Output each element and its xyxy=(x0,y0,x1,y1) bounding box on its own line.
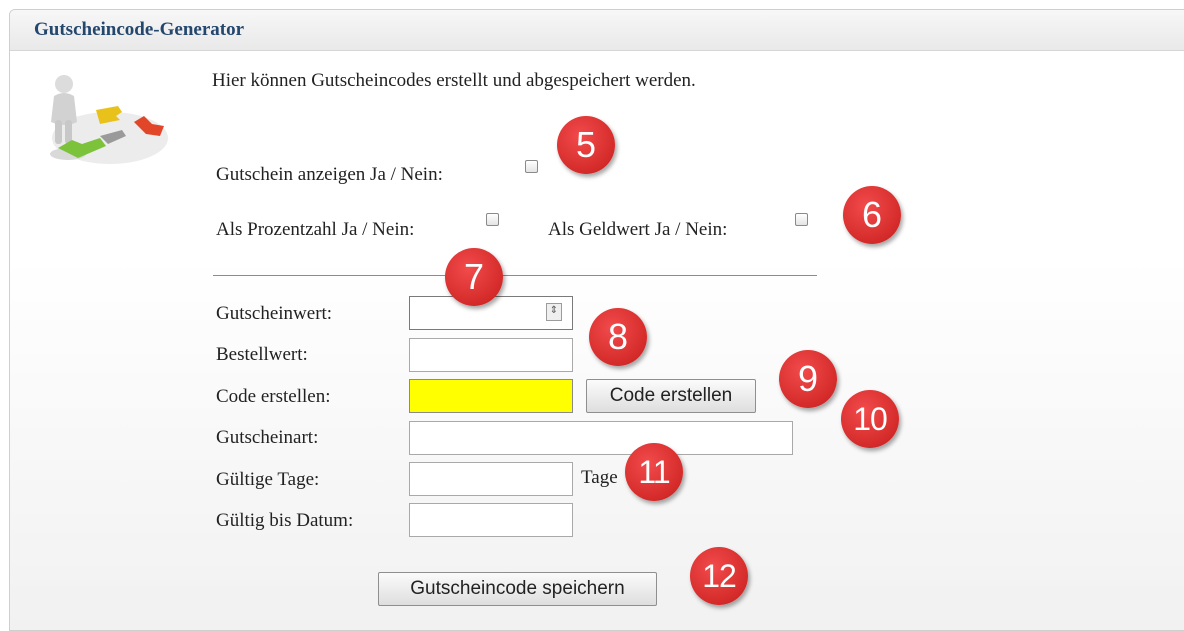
voucher-type-input[interactable] xyxy=(409,421,793,455)
annotation-badge: 10 xyxy=(841,390,899,448)
as-money-checkbox[interactable] xyxy=(795,213,808,226)
annotation-badge: 12 xyxy=(690,547,748,605)
code-label: Code erstellen: xyxy=(216,386,331,407)
annotation-badge: 7 xyxy=(445,248,503,306)
annotation-badge: 5 xyxy=(557,116,615,174)
valid-until-input[interactable] xyxy=(409,503,573,537)
divider xyxy=(213,275,817,276)
create-code-button[interactable]: Code erstellen xyxy=(586,379,756,413)
annotation-badge: 9 xyxy=(779,350,837,408)
annotation-badge: 6 xyxy=(843,186,901,244)
days-unit-label: Tage xyxy=(581,467,618,488)
panel-title: Gutscheincode-Generator xyxy=(10,10,1184,51)
order-value-input[interactable] xyxy=(409,338,573,372)
show-voucher-checkbox[interactable] xyxy=(525,160,538,173)
intro-text: Hier können Gutscheincodes erstellt und … xyxy=(212,70,696,91)
valid-days-input[interactable] xyxy=(409,462,573,496)
order-value-label: Bestellwert: xyxy=(216,344,308,365)
as-percent-checkbox[interactable] xyxy=(486,213,499,226)
save-voucher-code-button[interactable]: Gutscheincode speichern xyxy=(378,572,657,606)
spinner-arrows-icon[interactable]: ⇕ xyxy=(546,303,562,321)
puzzle-figure-icon xyxy=(50,75,168,164)
annotation-badge: 8 xyxy=(589,308,647,366)
annotation-badge: 11 xyxy=(625,443,683,501)
show-voucher-label: Gutschein anzeigen Ja / Nein: xyxy=(216,164,443,185)
voucher-value-label: Gutscheinwert: xyxy=(216,303,333,324)
as-money-label: Als Geldwert Ja / Nein: xyxy=(548,219,728,240)
valid-until-label: Gültig bis Datum: xyxy=(216,510,354,531)
code-input[interactable] xyxy=(409,379,573,413)
valid-days-label: Gültige Tage: xyxy=(216,469,320,490)
as-percent-label: Als Prozentzahl Ja / Nein: xyxy=(216,219,415,240)
voucher-type-label: Gutscheinart: xyxy=(216,427,319,448)
